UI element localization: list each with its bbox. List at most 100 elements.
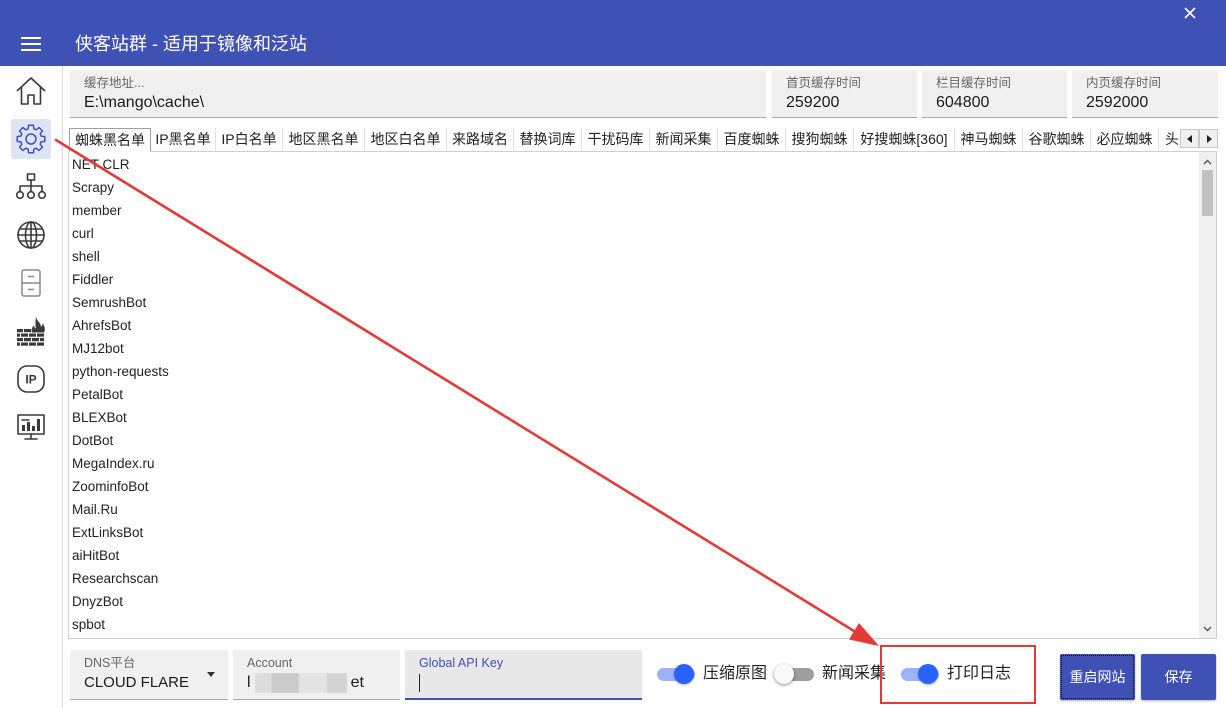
toggle-knob <box>918 664 938 684</box>
list-item[interactable]: Fiddler <box>69 268 1199 291</box>
vertical-scrollbar[interactable] <box>1199 152 1216 638</box>
news-collect-label: 新闻采集 <box>822 665 887 682</box>
column-cache-time-value: 604800 <box>936 94 990 111</box>
tab-ip-whitelist[interactable]: IP白名单 <box>216 128 283 151</box>
home-cache-time-field[interactable]: 首页缓存时间 259200 <box>772 70 917 118</box>
dropdown-arrow-icon <box>207 672 215 677</box>
cache-path-label: 缓存地址... <box>84 76 145 90</box>
list-item[interactable]: Scrapy <box>69 176 1199 199</box>
tab-news-collect[interactable]: 新闻采集 <box>650 128 718 151</box>
sidebar-item-home[interactable] <box>11 71 51 111</box>
sidebar-item-monitor[interactable] <box>11 407 51 447</box>
sidebar-item-sitemap[interactable] <box>11 167 51 207</box>
cabinet-icon <box>21 269 41 297</box>
title-bar: 侠客站群 - 适用于镜像和泛站 <box>0 0 1226 66</box>
list-item[interactable]: NET CLR <box>69 153 1199 176</box>
tab-google-spider[interactable]: 谷歌蜘蛛 <box>1023 128 1091 151</box>
toggle-knob <box>674 664 694 684</box>
hamburger-menu-icon[interactable] <box>18 32 44 56</box>
tab-ip-blacklist[interactable]: IP黑名单 <box>151 128 216 151</box>
list-item[interactable]: Mail.Ru <box>69 498 1199 521</box>
ip-icon-text: IP <box>25 373 36 387</box>
app-title: 侠客站群 - 适用于镜像和泛站 <box>75 34 307 54</box>
list-item[interactable]: AhrefsBot <box>69 314 1199 337</box>
globe-icon <box>17 221 45 249</box>
sidebar-item-cabinet[interactable] <box>11 263 51 303</box>
ip-icon: IP <box>17 365 45 393</box>
list-item[interactable]: SemrushBot <box>69 291 1199 314</box>
list-items: NET CLR Scrapy member curl shell Fiddler… <box>69 153 1199 636</box>
close-icon[interactable] <box>1180 3 1200 23</box>
tab-referrer-domains[interactable]: 来路域名 <box>447 128 514 151</box>
home-icon <box>16 77 46 105</box>
list-item[interactable]: MegaIndex.ru <box>69 452 1199 475</box>
tab-scroll-left-button[interactable] <box>1180 129 1199 148</box>
list-item[interactable]: BLEXBot <box>69 406 1199 429</box>
tab-shenma-spider[interactable]: 神马蜘蛛 <box>955 128 1023 151</box>
account-value: l et <box>247 673 364 693</box>
tab-region-blacklist[interactable]: 地区黑名单 <box>283 128 365 151</box>
print-log-label: 打印日志 <box>947 665 1012 682</box>
spider-blacklist-list[interactable]: NET CLR Scrapy member curl shell Fiddler… <box>68 151 1217 639</box>
redacted-text-block <box>254 673 347 693</box>
global-api-key-label: Global API Key <box>419 656 504 670</box>
list-item[interactable]: python-requests <box>69 360 1199 383</box>
monitor-chart-icon <box>17 414 45 440</box>
tab-bing-spider[interactable]: 必应蜘蛛 <box>1091 128 1159 151</box>
list-item[interactable]: shell <box>69 245 1199 268</box>
column-cache-time-label: 栏目缓存时间 <box>936 76 1012 90</box>
compress-images-label: 压缩原图 <box>703 665 768 682</box>
sitemap-icon <box>15 173 47 200</box>
column-cache-time-field[interactable]: 栏目缓存时间 604800 <box>922 70 1067 118</box>
dns-platform-select[interactable]: DNS平台 CLOUD FLARE <box>70 650 228 700</box>
sidebar-item-firewall[interactable] <box>11 311 51 351</box>
inner-cache-time-field[interactable]: 内页缓存时间 2592000 <box>1072 70 1218 118</box>
tab-noise-codes[interactable]: 干扰码库 <box>582 128 650 151</box>
print-log-toggle[interactable]: 打印日志 <box>900 662 1014 686</box>
cache-path-field[interactable]: 缓存地址... E:\mango\cache\ <box>70 70 766 118</box>
list-item[interactable]: ZoominfoBot <box>69 475 1199 498</box>
list-item[interactable]: spbot <box>69 613 1199 636</box>
tab-haosou-spider[interactable]: 好搜蜘蛛[360] <box>854 128 955 151</box>
tab-spider-blacklist[interactable]: 蜘蛛黑名单 <box>69 128 151 152</box>
list-item[interactable]: DnyzBot <box>69 590 1199 613</box>
gear-icon <box>16 124 46 154</box>
global-api-key-field[interactable]: Global API Key <box>405 650 642 700</box>
list-item[interactable]: Researchscan <box>69 567 1199 590</box>
tab-baidu-spider[interactable]: 百度蜘蛛 <box>718 128 786 151</box>
sidebar-item-settings[interactable] <box>11 119 51 159</box>
account-value-end: et <box>350 674 364 691</box>
list-item[interactable]: curl <box>69 222 1199 245</box>
scrollbar-thumb[interactable] <box>1202 170 1213 216</box>
tab-truncated[interactable]: 头 <box>1159 128 1180 151</box>
list-item[interactable]: ExtLinksBot <box>69 521 1199 544</box>
compress-images-toggle[interactable]: 压缩原图 <box>656 662 770 686</box>
dns-platform-label: DNS平台 <box>84 656 136 670</box>
account-field[interactable]: Account l et <box>233 650 400 700</box>
tab-strip: 蜘蛛黑名单 IP黑名单 IP白名单 地区黑名单 地区白名单 来路域名 替换词库 … <box>69 128 1180 152</box>
list-item[interactable]: PetalBot <box>69 383 1199 406</box>
sidebar: IP <box>0 66 63 708</box>
tab-region-whitelist[interactable]: 地区白名单 <box>365 128 447 151</box>
cache-path-value: E:\mango\cache\ <box>84 94 205 111</box>
list-item[interactable]: aiHitBot <box>69 544 1199 567</box>
restart-site-button[interactable]: 重启网站 <box>1060 654 1135 700</box>
firewall-icon <box>17 317 45 346</box>
scroll-up-button[interactable] <box>1202 157 1213 166</box>
scroll-down-button[interactable] <box>1202 624 1213 633</box>
news-collect-toggle[interactable]: 新闻采集 <box>774 662 889 686</box>
tab-sogou-spider[interactable]: 搜狗蜘蛛 <box>786 128 854 151</box>
list-item[interactable]: DotBot <box>69 429 1199 452</box>
list-item[interactable]: member <box>69 199 1199 222</box>
global-api-key-value <box>419 673 420 693</box>
sidebar-item-globe[interactable] <box>11 215 51 255</box>
triangle-left-icon <box>1186 134 1192 143</box>
text-cursor <box>419 674 420 692</box>
save-button[interactable]: 保存 <box>1141 654 1216 700</box>
tab-replace-words[interactable]: 替换词库 <box>514 128 582 151</box>
account-label: Account <box>247 656 293 670</box>
sidebar-item-ip[interactable]: IP <box>11 359 51 399</box>
list-item[interactable]: MJ12bot <box>69 337 1199 360</box>
tab-scroll-right-button[interactable] <box>1199 129 1218 148</box>
inner-cache-time-value: 2592000 <box>1086 94 1149 111</box>
